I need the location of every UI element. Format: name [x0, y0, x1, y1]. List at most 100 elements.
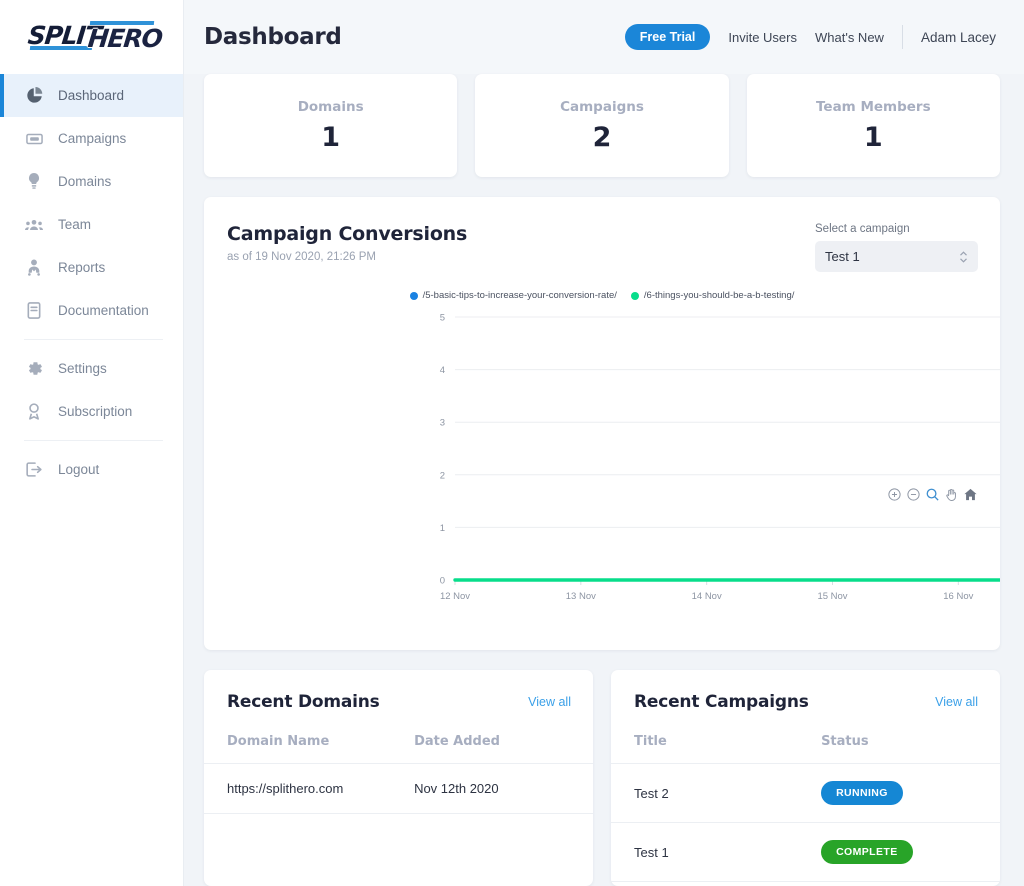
- table-row[interactable]: Test 1 COMPLETE: [611, 822, 1000, 882]
- sidebar-item-documentation[interactable]: Documentation: [0, 289, 183, 332]
- sidebar-item-domains[interactable]: Domains: [0, 160, 183, 203]
- book-icon: [24, 302, 44, 320]
- sidebar-item-label: Domains: [58, 174, 112, 189]
- x-axis-tick-label: 15 Nov: [817, 591, 847, 599]
- user-menu[interactable]: Adam Lacey: [921, 30, 996, 45]
- stat-value: 1: [321, 121, 341, 153]
- sidebar-item-settings[interactable]: Settings: [0, 347, 183, 390]
- main-area: Dashboard Free Trial Invite Users What's…: [184, 0, 1024, 886]
- stat-label: Domains: [297, 98, 364, 115]
- campaign-title-cell: Test 2: [611, 763, 822, 823]
- y-axis-tick-label: 2: [440, 470, 445, 481]
- stat-value: 2: [592, 121, 612, 153]
- y-axis-tick-label: 1: [440, 523, 445, 534]
- ticket-icon: [24, 130, 44, 148]
- chart-title: Campaign Conversions: [227, 223, 468, 245]
- recent-campaigns-title: Recent Campaigns: [634, 692, 809, 712]
- free-trial-button[interactable]: Free Trial: [624, 24, 711, 50]
- chart-legend: /5-basic-tips-to-increase-your-conversio…: [204, 290, 1000, 301]
- content: Domains 1 Campaigns 2 Team Members 1 Campaign…: [184, 74, 1024, 886]
- sign-out-icon: [24, 461, 44, 479]
- sidebar-nav: Dashboard Campaigns Domains Team Reports Docu…: [0, 74, 183, 491]
- x-axis-tick-label: 12 Nov: [440, 591, 470, 599]
- recent-campaigns-table: Title Status Test 2 RUNNING Test 1 COMPLETE: [611, 726, 1000, 882]
- sidebar: SPLIT HERO Dashboard Campaigns Domains Team…: [0, 0, 184, 886]
- sidebar-item-label: Campaigns: [58, 131, 127, 146]
- campaign-select-value: Test 1: [825, 249, 860, 264]
- table-row[interactable]: Test 2 RUNNING: [611, 763, 1000, 823]
- y-axis-tick-label: 3: [440, 418, 445, 429]
- sidebar-item-dashboard[interactable]: Dashboard: [0, 74, 183, 117]
- y-axis-tick-label: 5: [440, 313, 445, 324]
- sidebar-item-logout[interactable]: Logout: [0, 448, 183, 491]
- sidebar-item-subscription[interactable]: Subscription: [0, 390, 183, 433]
- legend-label: /5-basic-tips-to-increase-your-conversio…: [422, 290, 617, 301]
- sidebar-item-label: Subscription: [58, 404, 133, 419]
- chart-plot-area: 01234512 Nov13 Nov14 Nov15 Nov16 Nov17 N…: [204, 309, 1000, 599]
- recent-domains-title: Recent Domains: [227, 692, 380, 712]
- domain-name-cell: https://splithero.com: [204, 763, 415, 814]
- recent-domains-header: Recent Domains View all: [204, 670, 593, 712]
- table-row[interactable]: https://splithero.com Nov 12th 2020: [204, 763, 593, 814]
- legend-item[interactable]: /5-basic-tips-to-increase-your-conversio…: [409, 290, 617, 301]
- recent-domains-table: Domain Name Date Added https://splithero…: [204, 726, 593, 814]
- table-header-row: Domain Name Date Added: [204, 726, 593, 764]
- sidebar-item-label: Documentation: [58, 303, 149, 318]
- page-title: Dashboard: [204, 24, 342, 50]
- sidebar-item-team[interactable]: Team: [0, 203, 183, 246]
- legend-color-dot: [409, 291, 418, 300]
- sidebar-item-reports[interactable]: Reports: [0, 246, 183, 289]
- pie-chart-icon: [24, 87, 44, 105]
- campaign-status-cell: RUNNING: [821, 763, 1000, 823]
- award-icon: [24, 403, 44, 421]
- chevron-updown-icon: [959, 250, 968, 264]
- stat-card-domains: Domains 1: [204, 74, 458, 177]
- campaign-conversions-card: Campaign Conversions as of 19 Nov 2020, …: [204, 197, 1000, 650]
- stat-card-team-members: Team Members 1: [746, 74, 1000, 177]
- stat-label: Campaigns: [560, 98, 644, 115]
- table-header-row: Title Status: [611, 726, 1000, 764]
- y-axis-tick-label: 0: [440, 576, 445, 587]
- logo-text-hero: HERO: [86, 24, 164, 53]
- campaign-select-wrap: Select a campaign Test 1: [815, 223, 978, 272]
- logo-accent-bar-bottom: [29, 46, 93, 50]
- sidebar-item-label: Dashboard: [58, 88, 125, 103]
- status-badge[interactable]: COMPLETE: [821, 840, 913, 864]
- app-root: SPLIT HERO Dashboard Campaigns Domains Team…: [0, 0, 1024, 886]
- stat-card-campaigns: Campaigns 2: [475, 74, 729, 177]
- stat-cards: Domains 1 Campaigns 2 Team Members 1: [204, 74, 1000, 177]
- recent-campaigns-card: Recent Campaigns View all Title Status T…: [611, 670, 1000, 886]
- status-badge[interactable]: RUNNING: [821, 781, 903, 805]
- column-header-status: Status: [821, 726, 1000, 764]
- x-axis-tick-label: 13 Nov: [566, 591, 596, 599]
- sidebar-divider: [24, 440, 163, 441]
- recent-campaigns-header: Recent Campaigns View all: [611, 670, 1000, 712]
- recent-campaigns-view-all[interactable]: View all: [935, 695, 978, 709]
- whats-new-link[interactable]: What's New: [815, 30, 884, 45]
- campaign-title-cell: Test 1: [611, 822, 822, 882]
- chart-subtitle: as of 19 Nov 2020, 21:26 PM: [227, 251, 376, 263]
- invite-users-link[interactable]: Invite Users: [728, 30, 797, 45]
- recent-domains-card: Recent Domains View all Domain Name Date…: [204, 670, 593, 886]
- legend-color-dot: [630, 291, 639, 300]
- sidebar-item-campaigns[interactable]: Campaigns: [0, 117, 183, 160]
- x-axis-tick-label: 16 Nov: [943, 591, 973, 599]
- legend-item[interactable]: /6-things-you-should-be-a-b-testing/: [630, 290, 794, 301]
- bottom-panels: Recent Domains View all Domain Name Date…: [204, 670, 1000, 886]
- recent-domains-view-all[interactable]: View all: [528, 695, 571, 709]
- campaign-select[interactable]: Test 1: [815, 241, 978, 272]
- topbar: Dashboard Free Trial Invite Users What's…: [184, 0, 1024, 74]
- topbar-divider: [901, 25, 903, 49]
- stat-value: 1: [863, 121, 883, 153]
- date-added-cell: Nov 12th 2020: [414, 763, 593, 814]
- user-tie-icon: [24, 259, 44, 277]
- chart-header: Campaign Conversions as of 19 Nov 2020, …: [204, 197, 1000, 272]
- campaign-select-label: Select a campaign: [815, 223, 910, 235]
- gear-icon: [24, 360, 44, 378]
- stat-label: Team Members: [816, 98, 931, 115]
- brand-logo[interactable]: SPLIT HERO: [0, 0, 183, 74]
- campaign-status-cell: COMPLETE: [821, 822, 1000, 882]
- conversions-line-chart[interactable]: 01234512 Nov13 Nov14 Nov15 Nov16 Nov17 N…: [204, 309, 1000, 599]
- column-header-domain-name: Domain Name: [204, 726, 415, 764]
- sidebar-divider: [24, 339, 163, 340]
